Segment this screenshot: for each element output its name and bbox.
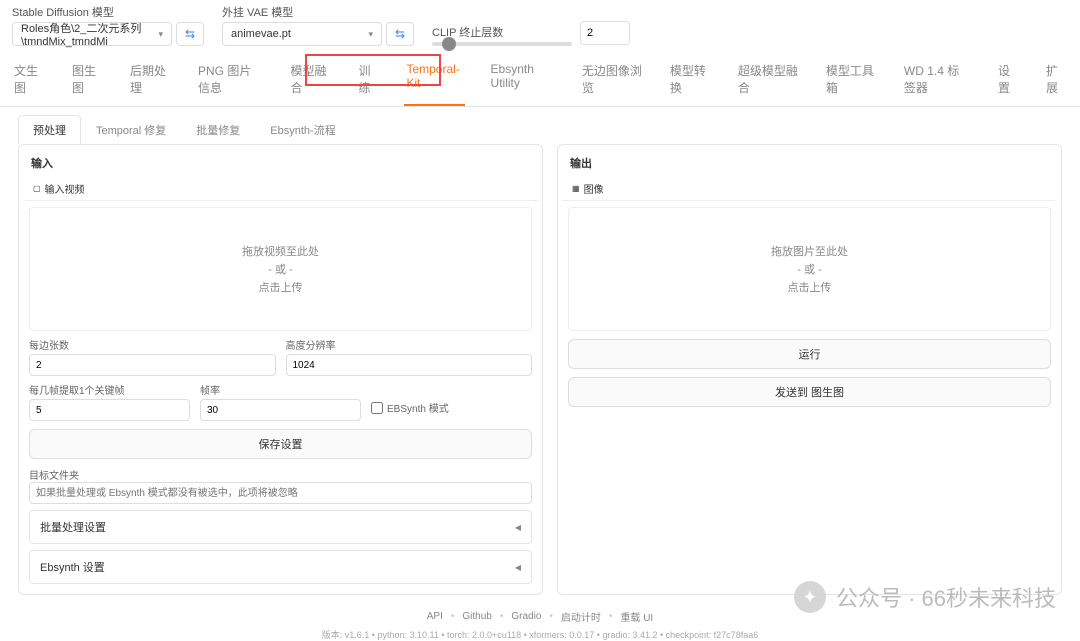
image-drop-zone[interactable]: 拖放图片至此处 - 或 - 点击上传 xyxy=(568,207,1051,331)
clip-skip-slider[interactable] xyxy=(432,42,572,46)
watermark: ✦ 公众号 · 66秒未来科技 xyxy=(794,581,1056,613)
input-panel: 输入 ▢输入视频 拖放视频至此处 - 或 - 点击上传 每边张数 高度分辨率 每… xyxy=(18,144,543,595)
output-inner-tab[interactable]: ▦图像 xyxy=(562,177,614,200)
save-settings-button[interactable]: 保存设置 xyxy=(29,429,532,459)
target-folder-input[interactable] xyxy=(29,482,532,504)
footer-reload[interactable]: 重载 UI xyxy=(620,609,653,624)
tab-temporal-kit[interactable]: Temporal-Kit xyxy=(404,54,464,106)
subtab-ebsynth-flow[interactable]: Ebsynth-流程 xyxy=(255,115,350,144)
footer-links: API• Github• Gradio• 启动计时• 重载 UI xyxy=(427,609,653,624)
tab-wd-tagger[interactable]: WD 1.4 标签器 xyxy=(902,54,972,106)
clip-skip-value[interactable] xyxy=(580,21,630,45)
main-tabs: 文生图 图生图 后期处理 PNG 图片信息 模型融合 训练 Temporal-K… xyxy=(0,54,1080,107)
sd-model-dropdown[interactable]: Roles角色\2_二次元系列\tmndMix_tmndMi xyxy=(12,22,172,46)
ebsynth-settings-accordion[interactable]: Ebsynth 设置 xyxy=(29,550,532,584)
output-panel: 输出 ▦图像 拖放图片至此处 - 或 - 点击上传 运行 发送到 图生图 xyxy=(557,144,1062,595)
frames-label: 每边张数 xyxy=(29,337,276,352)
tab-train[interactable]: 训练 xyxy=(356,54,380,106)
tab-infinite-browse[interactable]: 无边图像浏览 xyxy=(580,54,644,106)
tab-model-toolbox[interactable]: 模型工具箱 xyxy=(824,54,878,106)
input-title: 输入 xyxy=(23,149,538,177)
vae-model-label: 外挂 VAE 模型 xyxy=(222,4,414,20)
subtab-preprocess[interactable]: 预处理 xyxy=(18,115,81,144)
tab-settings[interactable]: 设置 xyxy=(996,54,1020,106)
fps-input[interactable] xyxy=(200,399,361,421)
tab-super-merge[interactable]: 超级模型融合 xyxy=(736,54,800,106)
subtab-temporal-fix[interactable]: Temporal 修复 xyxy=(81,115,181,144)
run-button[interactable]: 运行 xyxy=(568,339,1051,369)
refresh-icon[interactable]: ⇆ xyxy=(176,22,204,46)
tab-model-convert[interactable]: 模型转换 xyxy=(668,54,712,106)
res-input[interactable] xyxy=(286,354,533,376)
header-bar: Stable Diffusion 模型 Roles角色\2_二次元系列\tmnd… xyxy=(0,0,1080,54)
send-to-img2img-button[interactable]: 发送到 图生图 xyxy=(568,377,1051,407)
keyframe-input[interactable] xyxy=(29,399,190,421)
subtab-batch-fix[interactable]: 批量修复 xyxy=(181,115,255,144)
input-inner-tab[interactable]: ▢输入视频 xyxy=(23,177,95,200)
ebsynth-mode-checkbox[interactable] xyxy=(371,402,383,414)
footer-github[interactable]: Github xyxy=(462,611,491,622)
refresh-vae-icon[interactable]: ⇆ xyxy=(386,22,414,46)
footer: API• Github• Gradio• 启动计时• 重载 UI 版本: v1.… xyxy=(0,609,1080,641)
tab-txt2img[interactable]: 文生图 xyxy=(12,54,46,106)
keyframe-label: 每几帧提取1个关键帧 xyxy=(29,382,190,397)
target-folder-label: 目标文件夹 xyxy=(29,467,532,482)
vae-model-dropdown[interactable]: animevae.pt xyxy=(222,22,382,46)
tab-postprocess[interactable]: 后期处理 xyxy=(128,54,172,106)
res-label: 高度分辨率 xyxy=(286,337,533,352)
footer-gradio[interactable]: Gradio xyxy=(511,611,541,622)
tab-img2img[interactable]: 图生图 xyxy=(70,54,104,106)
wechat-icon: ✦ xyxy=(794,581,826,613)
sub-tabs: 预处理 Temporal 修复 批量修复 Ebsynth-流程 xyxy=(0,107,1080,144)
footer-api[interactable]: API xyxy=(427,611,443,622)
video-drop-zone[interactable]: 拖放视频至此处 - 或 - 点击上传 xyxy=(29,207,532,331)
batch-settings-accordion[interactable]: 批量处理设置 xyxy=(29,510,532,544)
frames-input[interactable] xyxy=(29,354,276,376)
tab-ebsynth[interactable]: Ebsynth Utility xyxy=(489,54,556,106)
fps-label: 帧率 xyxy=(200,382,361,397)
tab-merge[interactable]: 模型融合 xyxy=(288,54,332,106)
sd-model-label: Stable Diffusion 模型 xyxy=(12,4,204,20)
output-title: 输出 xyxy=(562,149,1057,177)
tab-extensions[interactable]: 扩展 xyxy=(1044,54,1068,106)
ebsynth-mode-label: EBSynth 模式 xyxy=(387,400,449,415)
tab-pnginfo[interactable]: PNG 图片信息 xyxy=(196,54,264,106)
footer-timing[interactable]: 启动计时 xyxy=(561,609,601,624)
footer-version: 版本: v1.6.1 • python: 3.10.11 • torch: 2.… xyxy=(0,628,1080,641)
